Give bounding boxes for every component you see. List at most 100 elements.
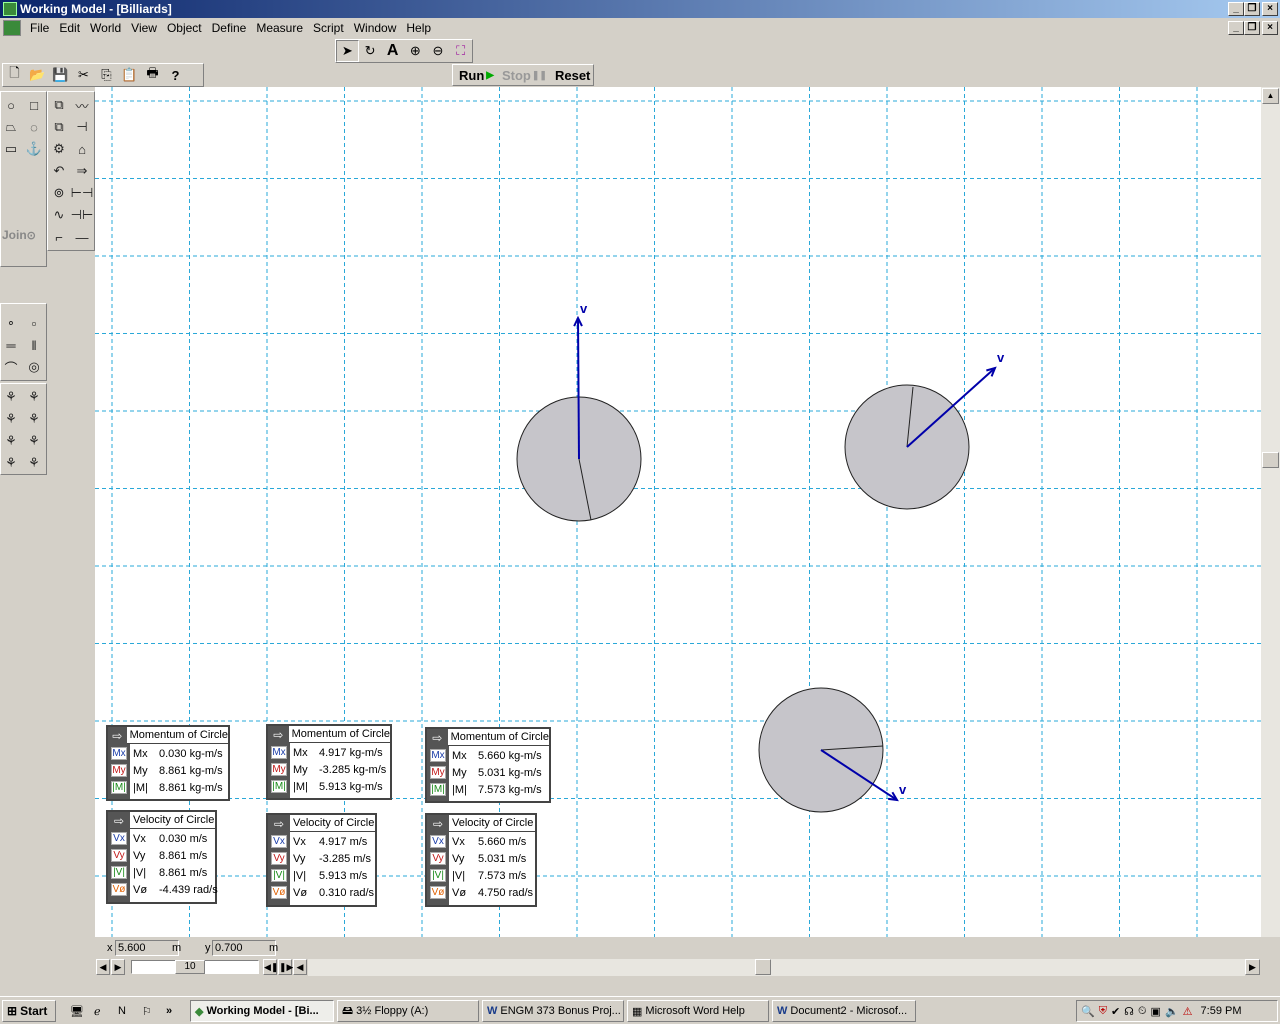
meter-plot-toggle[interactable]: Mx — [271, 746, 287, 759]
pin-joint-tool-icon[interactable]: ⚘ — [0, 387, 22, 407]
browser-icon[interactable]: ℯ — [94, 1000, 116, 1022]
menu-world[interactable]: World — [85, 21, 126, 35]
meter-arrow-icon[interactable]: ⇨ — [427, 729, 448, 746]
point-tool-icon[interactable]: ∘ — [0, 313, 22, 333]
rotational-damper-tool-icon[interactable]: ⌐ — [48, 227, 70, 247]
meter-plot-toggle[interactable]: Vx — [271, 835, 287, 848]
menu-measure[interactable]: Measure — [251, 21, 308, 35]
start-button[interactable]: ⊞ Start — [2, 1000, 56, 1022]
restore-button[interactable]: ❐ — [1244, 2, 1260, 16]
menu-file[interactable]: File — [25, 21, 54, 35]
help-icon[interactable]: ? — [164, 64, 187, 86]
force-tool-icon[interactable]: ⇒ — [71, 161, 93, 181]
meter-plot-toggle[interactable]: Vx — [111, 832, 127, 845]
step-back-icon[interactable]: ◀ — [96, 959, 110, 975]
tray-check-icon[interactable]: ✔ — [1111, 1005, 1120, 1018]
step-forward-icon[interactable]: ▶ — [111, 959, 125, 975]
stop-button[interactable]: Stop ❚❚ — [498, 68, 551, 83]
n-app-icon[interactable]: N — [118, 1000, 140, 1022]
spring-joint-tool-icon[interactable]: ⚘ — [0, 453, 22, 473]
save-icon[interactable]: 💾 — [49, 64, 72, 86]
meter-plot-toggle[interactable]: My — [430, 766, 446, 779]
curved-body-tool-icon[interactable]: ◌ — [23, 117, 45, 137]
simulation-scene[interactable]: v v v — [95, 87, 1261, 937]
rotational-spring-tool-icon[interactable]: ∿ — [48, 205, 70, 225]
rigid-joint-tool-icon[interactable]: ⚘ — [23, 387, 45, 407]
tray-magnifier-icon[interactable]: 🔍 — [1081, 1005, 1095, 1018]
vertical-scrollbar[interactable]: ▲ ▼ — [1261, 87, 1280, 959]
rotate-tool-icon[interactable]: ↻ — [359, 40, 382, 62]
meter-plot-toggle[interactable]: Vx — [430, 835, 446, 848]
doc-restore-button[interactable]: ❐ — [1244, 21, 1260, 35]
meter-plot-toggle[interactable]: Vy — [430, 852, 446, 865]
motor-joint-tool-icon[interactable]: ⚘ — [23, 431, 45, 451]
scroll-up-icon[interactable]: ▲ — [1262, 88, 1279, 104]
actuator-tool-icon[interactable]: ⊢⊣ — [71, 183, 94, 203]
keyed-slot-tool-icon[interactable]: ◎ — [23, 357, 45, 377]
velocity-meter-2[interactable]: ⇨ Velocity of Circle Vx Vx 4.917 m/s Vy Vy -3.2… — [266, 813, 377, 907]
scroll-right-icon[interactable]: ▶ — [1245, 959, 1260, 975]
curved-slot-tool-icon[interactable]: ⌒ — [0, 357, 22, 377]
tray-clock-app-icon[interactable]: ⏲ — [1138, 1005, 1147, 1018]
x-coordinate-field[interactable]: 5.600 — [115, 940, 179, 956]
minimize-button[interactable]: _ — [1228, 2, 1244, 16]
quicklaunch-icon[interactable]: ⚐ — [142, 1000, 164, 1022]
menu-view[interactable]: View — [126, 21, 162, 35]
menu-help[interactable]: Help — [401, 21, 436, 35]
zoom-in-icon[interactable]: ⊕ — [404, 40, 427, 62]
menu-define[interactable]: Define — [207, 21, 252, 35]
meter-plot-toggle[interactable]: |V| — [271, 869, 287, 882]
workspace-canvas[interactable]: v v v — [95, 87, 1261, 937]
gear-joint-tool-icon[interactable]: ⚘ — [23, 453, 45, 473]
cut-icon[interactable]: ✂ — [72, 64, 95, 86]
join-button[interactable]: Join ⊙ — [2, 225, 44, 245]
horizontal-slot-tool-icon[interactable]: ═ — [0, 335, 22, 355]
frame-counter[interactable]: 10 — [175, 960, 205, 974]
motor-tool-icon[interactable]: ⊚ — [48, 183, 70, 203]
print-icon[interactable]: 🖶 — [141, 64, 164, 86]
task-document2[interactable]: W Document2 - Microsof... — [772, 1000, 916, 1022]
damper-tool-icon[interactable]: ⊣ — [71, 117, 93, 137]
tray-warning-icon[interactable]: ⚠ — [1183, 1005, 1193, 1018]
momentum-meter-3[interactable]: ⇨ Momentum of Circle Mx Mx 5.660 kg-m/s My My 5… — [425, 727, 551, 803]
meter-plot-toggle[interactable]: |M| — [430, 783, 446, 796]
zoom-out-icon[interactable]: ⊖ — [427, 40, 450, 62]
torque-tool-icon[interactable]: ↶ — [48, 161, 70, 181]
pointer-tool-icon[interactable]: ➤ — [336, 40, 359, 62]
keyed-joint-tool-icon[interactable]: ⚘ — [23, 409, 45, 429]
text-tool-icon[interactable]: A — [381, 40, 404, 62]
meter-arrow-icon[interactable]: ⇨ — [268, 726, 289, 743]
momentum-meter-1[interactable]: ⇨ Momentum of Circle Mx Mx 0.030 kg-m/s My My 8… — [106, 725, 230, 801]
run-button[interactable]: Run ▶ — [453, 68, 498, 83]
meter-plot-toggle[interactable]: My — [111, 764, 127, 777]
menu-edit[interactable]: Edit — [54, 21, 85, 35]
tray-volume-icon[interactable]: 🔈 — [1165, 1005, 1179, 1018]
meter-plot-toggle[interactable]: |M| — [111, 781, 127, 794]
rectangle-tool-icon[interactable]: □ — [23, 95, 45, 115]
menu-window[interactable]: Window — [349, 21, 402, 35]
tray-shield-icon[interactable]: ⛨ — [1099, 1005, 1107, 1018]
task-engm-doc[interactable]: W ENGM 373 Bonus Proj... — [482, 1000, 624, 1022]
vertical-scroll-thumb[interactable] — [1262, 452, 1279, 468]
circle-tool-icon[interactable]: ○ — [0, 95, 22, 115]
spring-damper-tool-icon[interactable]: ⧉ — [48, 95, 70, 115]
meter-plot-toggle[interactable]: Mx — [430, 749, 446, 762]
rope-tool-icon[interactable]: ⧉ — [48, 117, 70, 137]
square-point-tool-icon[interactable]: ▫ — [23, 313, 45, 333]
velocity-meter-1[interactable]: ⇨ Velocity of Circle Vx Vx 0.030 m/s Vy Vy 8.86… — [106, 810, 218, 904]
rewind-icon[interactable]: ◀❚ — [263, 959, 278, 975]
copy-icon[interactable]: ⎘ — [95, 64, 118, 86]
vertical-slot-tool-icon[interactable]: ‖ — [23, 335, 45, 355]
doc-minimize-button[interactable]: _ — [1228, 21, 1244, 35]
slot-joint-tool-icon[interactable]: ⚘ — [0, 409, 22, 429]
rod-tool-icon[interactable]: — — [71, 227, 93, 247]
new-file-icon[interactable]: 🗋 — [3, 64, 26, 86]
pulley-tool-icon[interactable]: ⌂ — [71, 139, 93, 159]
square-tool-icon[interactable]: ▭ — [0, 139, 22, 159]
reset-button[interactable]: Reset — [551, 68, 594, 83]
meter-plot-toggle[interactable]: My — [271, 763, 287, 776]
scroll-left-icon[interactable]: ◀ — [293, 959, 307, 975]
tray-network-icon[interactable]: ☊ — [1124, 1005, 1134, 1018]
more-quicklaunch-icon[interactable]: » — [166, 1000, 182, 1022]
separator-tool-icon[interactable]: ⊣⊢ — [71, 205, 94, 225]
